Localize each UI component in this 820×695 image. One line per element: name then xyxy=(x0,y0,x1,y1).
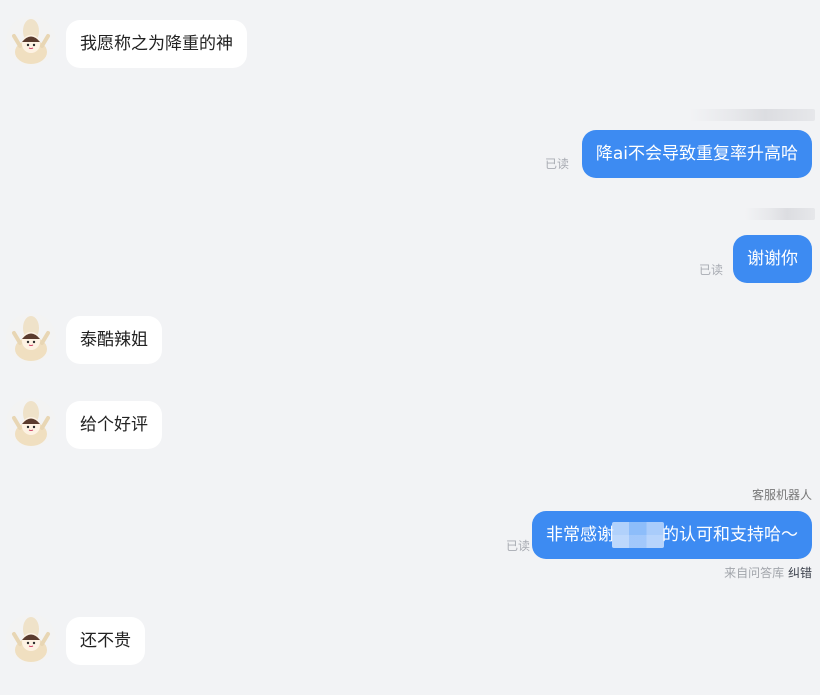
customer-avatar[interactable] xyxy=(6,614,56,664)
message-bubble-agent[interactable]: 谢谢你 xyxy=(733,235,812,283)
sender-label: 客服机器人 xyxy=(751,488,812,502)
correct-link[interactable]: 纠错 xyxy=(788,566,812,580)
read-status: 已读 xyxy=(545,157,570,171)
sender-name-redacted xyxy=(690,109,815,121)
message-text-start: 非常感谢 xyxy=(546,525,614,545)
message-bubble[interactable]: 还不贵 xyxy=(66,617,145,665)
message-bubble-agent[interactable]: 非常感谢 的认可和支持哈～ xyxy=(532,511,812,559)
customer-avatar[interactable] xyxy=(6,313,56,363)
customer-avatar[interactable] xyxy=(6,16,56,66)
message-bubble[interactable]: 泰酷辣姐 xyxy=(66,316,162,364)
message-bubble[interactable]: 给个好评 xyxy=(66,401,162,449)
sender-name-redacted xyxy=(745,208,815,220)
redacted-text xyxy=(612,522,664,548)
message-bubble-agent[interactable]: 降ai不会导致重复率升高哈 xyxy=(581,130,812,178)
message-text-end: 的认可和支持哈～ xyxy=(662,525,798,545)
message-source: 来自问答库 纠错 xyxy=(724,564,812,581)
read-status: 已读 xyxy=(699,263,724,277)
message-bubble[interactable]: 我愿称之为降重的神 xyxy=(66,20,247,68)
source-label: 来自问答库 xyxy=(724,566,785,580)
read-status: 已读 xyxy=(506,539,531,553)
customer-avatar[interactable] xyxy=(6,398,56,448)
